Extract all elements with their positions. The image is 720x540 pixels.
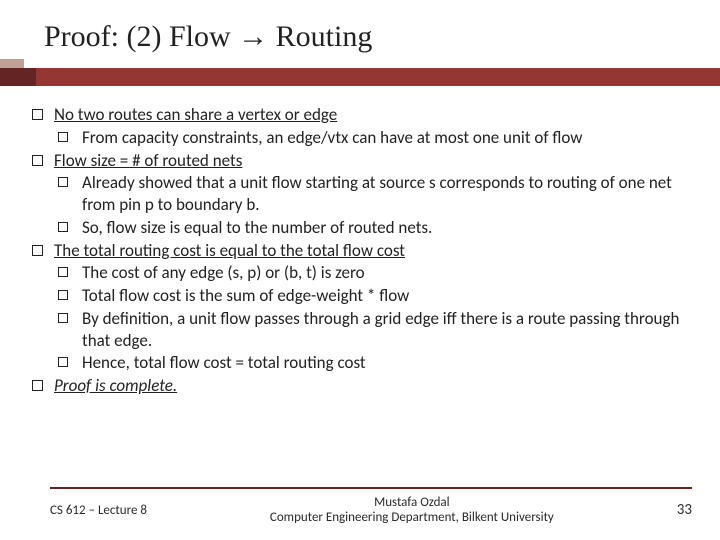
slide-title: Proof: (2) Flow → Routing: [0, 0, 720, 68]
footer-row: CS 612 – Lecture 8 Mustafa Ozdal Compute…: [50, 495, 692, 526]
footer-author: Mustafa Ozdal: [159, 495, 665, 511]
bullet-3-text: The total routing cost is equal to the t…: [54, 240, 405, 261]
bullet-3-sub-3: By definition, a unit flow passes throug…: [30, 308, 698, 352]
bullet-3: The total routing cost is equal to the t…: [30, 240, 698, 262]
slide-footer: CS 612 – Lecture 8 Mustafa Ozdal Compute…: [0, 487, 720, 526]
bullet-3-sub-1: The cost of any edge (s, p) or (b, t) is…: [30, 262, 698, 284]
bullet-3-sub-4: Hence, total flow cost = total routing c…: [30, 352, 698, 374]
footer-center-text: Mustafa Ozdal Computer Engineering Depar…: [159, 495, 665, 526]
slide-body: No two routes can share a vertex or edge…: [0, 86, 720, 397]
bullet-2-sub-1: Already showed that a unit flow starting…: [30, 172, 698, 216]
bullet-1-text: No two routes can share a vertex or edge: [54, 104, 337, 125]
bullet-1: No two routes can share a vertex or edge: [30, 104, 698, 126]
footer-affiliation: Computer Engineering Department, Bilkent…: [159, 510, 665, 526]
bullet-1-sub-1: From capacity constraints, an edge/vtx c…: [30, 127, 698, 149]
accent-bar-light: [0, 59, 24, 68]
accent-bar-dark: [0, 68, 36, 86]
accent-bar-main: [36, 68, 720, 86]
bullet-2-text: Flow size = # of routed nets: [54, 150, 242, 171]
bullet-4-text: Proof is complete.: [54, 375, 177, 396]
footer-left-text: CS 612 – Lecture 8: [50, 503, 159, 518]
bullet-4: Proof is complete.: [30, 375, 698, 397]
title-underline-bars: [0, 68, 720, 86]
slide-number: 33: [665, 501, 692, 519]
bullet-2: Flow size = # of routed nets: [30, 150, 698, 172]
footer-divider: [50, 487, 692, 489]
bullet-3-sub-2: Total flow cost is the sum of edge-weigh…: [30, 285, 698, 307]
bullet-2-sub-2: So, flow size is equal to the number of …: [30, 217, 698, 239]
